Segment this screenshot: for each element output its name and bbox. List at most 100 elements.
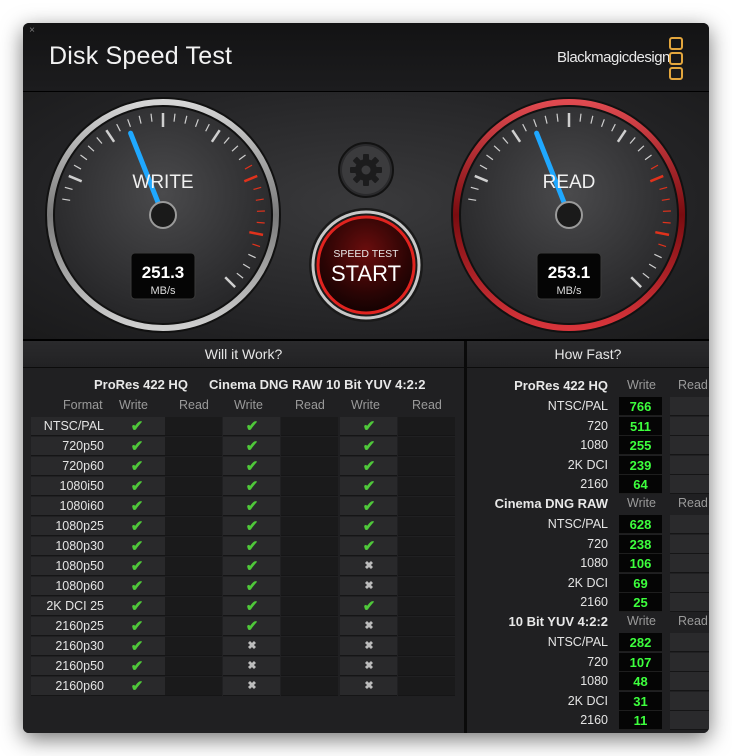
check-icon: ✔ <box>362 438 376 455</box>
check-icon: ✔ <box>245 458 259 475</box>
write-column-header: Write <box>627 496 656 510</box>
check-icon: ✔ <box>130 418 144 435</box>
cross-icon: ✖ <box>364 620 374 632</box>
read-cell <box>165 557 222 576</box>
check-icon: ✔ <box>362 418 376 435</box>
read-column-header: Read <box>678 614 708 628</box>
read-cell <box>398 517 455 536</box>
cross-icon: ✖ <box>364 580 374 592</box>
format-row-label: 720p50 <box>62 439 104 453</box>
check-icon: ✔ <box>362 518 376 535</box>
read-speed-cell <box>670 397 709 416</box>
cross-icon: ✖ <box>364 560 374 572</box>
format-row-label: 1080p50 <box>55 559 104 573</box>
read-cell <box>165 677 222 696</box>
read-cell <box>281 417 338 436</box>
title-bar: × Disk Speed Test Blackmagicdesign <box>23 23 709 92</box>
read-cell <box>398 577 455 596</box>
start-button-label: START <box>331 261 401 286</box>
how-fast-row-label: 1080 <box>580 438 608 452</box>
settings-gear-icon[interactable] <box>336 140 396 200</box>
read-cell <box>398 477 455 496</box>
read-cell <box>281 497 338 516</box>
read-unit: MB/s <box>556 285 582 297</box>
write-speed-value: 31 <box>619 691 662 711</box>
check-icon: ✔ <box>245 578 259 595</box>
read-cell <box>398 537 455 556</box>
check-icon: ✔ <box>245 418 259 435</box>
read-gauge: READ 253.1 MB/s <box>451 97 687 333</box>
read-cell <box>281 517 338 536</box>
write-speed-value: 48 <box>619 672 662 691</box>
format-row-label: 1080p25 <box>55 519 104 533</box>
read-speed-cell <box>670 416 709 436</box>
read-cell <box>398 437 455 456</box>
close-icon[interactable]: × <box>27 26 37 36</box>
check-icon: ✔ <box>130 518 144 535</box>
check-icon: ✔ <box>245 538 259 555</box>
start-button[interactable]: SPEED TEST START <box>306 205 426 325</box>
read-speed-cell <box>670 534 709 554</box>
write-speed-value: 766 <box>619 397 662 416</box>
check-icon: ✔ <box>130 658 144 675</box>
read-cell <box>398 657 455 676</box>
read-cell <box>398 497 455 516</box>
check-icon: ✔ <box>362 458 376 475</box>
check-icon: ✔ <box>245 598 259 615</box>
check-icon: ✔ <box>130 598 144 615</box>
check-icon: ✔ <box>130 538 144 555</box>
read-cell <box>165 457 222 476</box>
cross-icon: ✖ <box>364 660 374 672</box>
gauge-panel: WRITE 251.3 MB/s SPEED TEST START READ 2… <box>23 92 709 339</box>
check-icon: ✔ <box>245 558 259 575</box>
format-row-label: 2160p50 <box>55 659 104 673</box>
format-row-label: 2160p60 <box>55 679 104 693</box>
format-row-label: 1080i50 <box>59 479 105 493</box>
read-speed-cell <box>670 515 709 534</box>
how-fast-row-label: 1080 <box>580 674 608 688</box>
write-column-header: Write <box>627 378 656 392</box>
check-icon: ✔ <box>130 678 144 695</box>
read-column-header: Read <box>412 398 442 412</box>
write-label: WRITE <box>132 172 193 193</box>
how-fast-codec-header: ProRes 422 HQ <box>514 378 608 393</box>
how-fast-codec-header: 10 Bit YUV 4:2:2 <box>508 614 608 629</box>
read-cell <box>398 597 455 616</box>
write-value: 251.3 <box>142 263 185 282</box>
check-icon: ✔ <box>245 618 259 635</box>
read-cell <box>281 597 338 616</box>
write-speed-value: 511 <box>619 416 662 436</box>
cross-icon: ✖ <box>247 640 257 652</box>
write-speed-value: 255 <box>619 436 662 455</box>
read-cell <box>281 457 338 476</box>
read-cell <box>398 617 455 636</box>
read-cell <box>165 577 222 596</box>
codec-header: 10 Bit YUV 4:2:2 <box>326 377 426 392</box>
read-cell <box>165 617 222 636</box>
app-title: Disk Speed Test <box>49 42 233 70</box>
read-cell <box>398 417 455 436</box>
how-fast-table: ProRes 422 HQ Write Read NTSC/PAL 766 720 511 1… <box>467 368 709 733</box>
read-cell <box>281 677 338 696</box>
gauge-redzone-tick <box>662 221 671 224</box>
read-speed-cell <box>670 593 709 612</box>
format-row-label: 1080i60 <box>59 499 105 513</box>
read-value: 253.1 <box>548 263 591 282</box>
read-cell <box>165 437 222 456</box>
how-fast-row-label: 2K DCI <box>567 693 608 708</box>
read-speed-cell <box>670 573 709 593</box>
write-speed-value: 25 <box>619 593 662 612</box>
read-speed-cell <box>670 475 709 494</box>
check-icon: ✔ <box>362 538 376 555</box>
how-fast-row-label: 2K DCI <box>567 457 608 472</box>
how-fast-row-label: 2160 <box>580 595 608 609</box>
read-cell <box>165 497 222 516</box>
write-speed-value: 107 <box>619 652 662 672</box>
read-cell <box>281 437 338 456</box>
how-fast-title: How Fast? <box>467 341 709 368</box>
read-cell <box>165 597 222 616</box>
format-row-label: 2160p25 <box>55 619 104 633</box>
read-cell <box>281 537 338 556</box>
read-cell <box>281 617 338 636</box>
read-speed-cell <box>670 554 709 573</box>
